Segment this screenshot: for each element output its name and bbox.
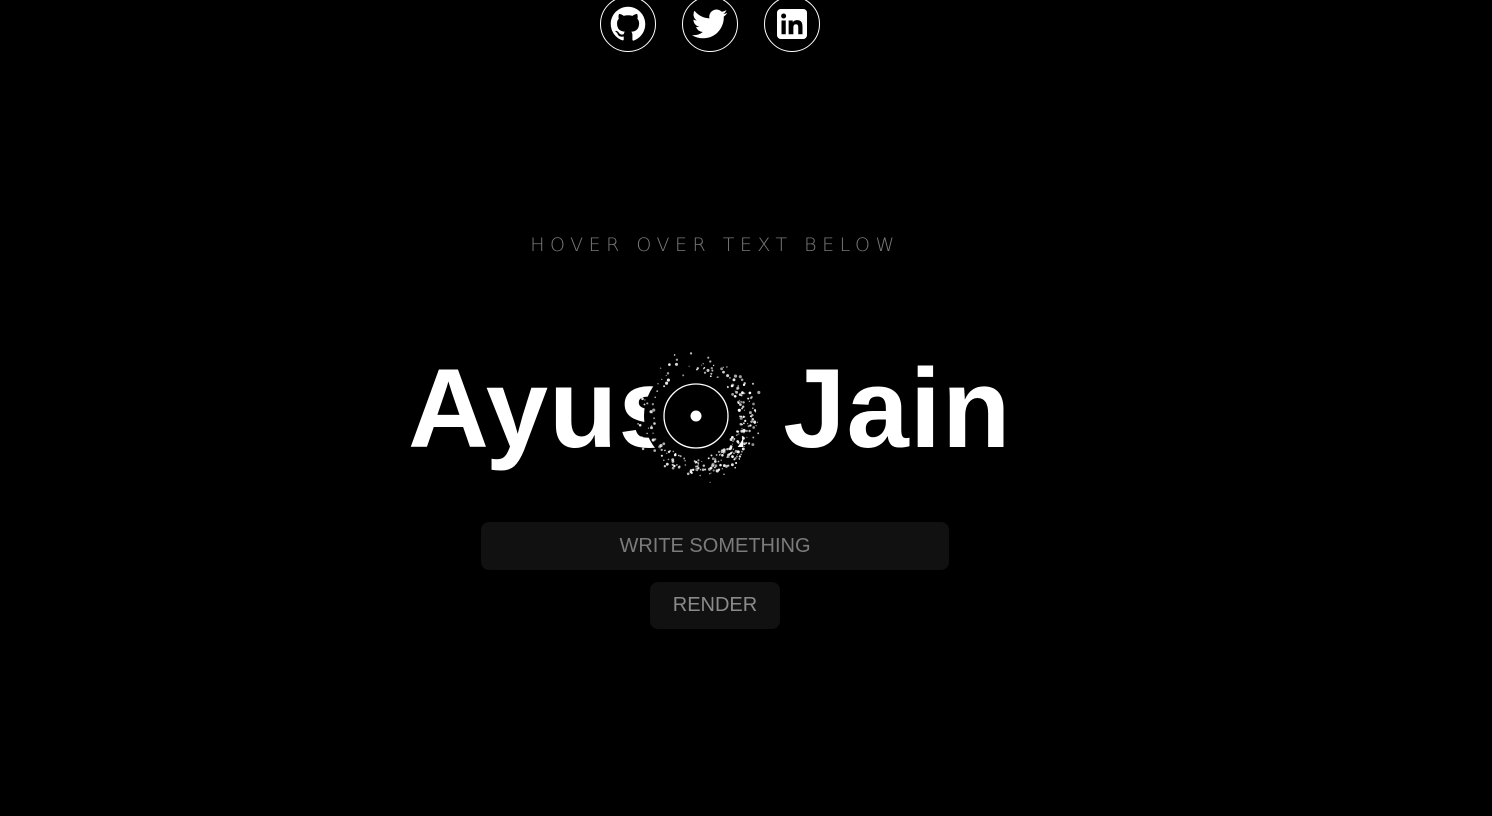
- github-icon: [610, 6, 646, 41]
- linkedin-link[interactable]: [764, 0, 820, 52]
- twitter-icon: [692, 9, 728, 39]
- name-canvas[interactable]: Ayush Jain: [400, 340, 1040, 490]
- hover-hint: HOVER OVER TEXT BELOW: [530, 234, 900, 256]
- linkedin-icon: [777, 9, 807, 39]
- write-input[interactable]: [481, 522, 949, 570]
- page: HOVER OVER TEXT BELOW Ayush Jain RENDER: [0, 0, 1492, 816]
- render-button[interactable]: RENDER: [650, 582, 780, 629]
- github-link[interactable]: [600, 0, 656, 52]
- social-links: [600, 0, 820, 52]
- twitter-link[interactable]: [682, 0, 738, 52]
- name-text: Ayush Jain: [408, 346, 1012, 471]
